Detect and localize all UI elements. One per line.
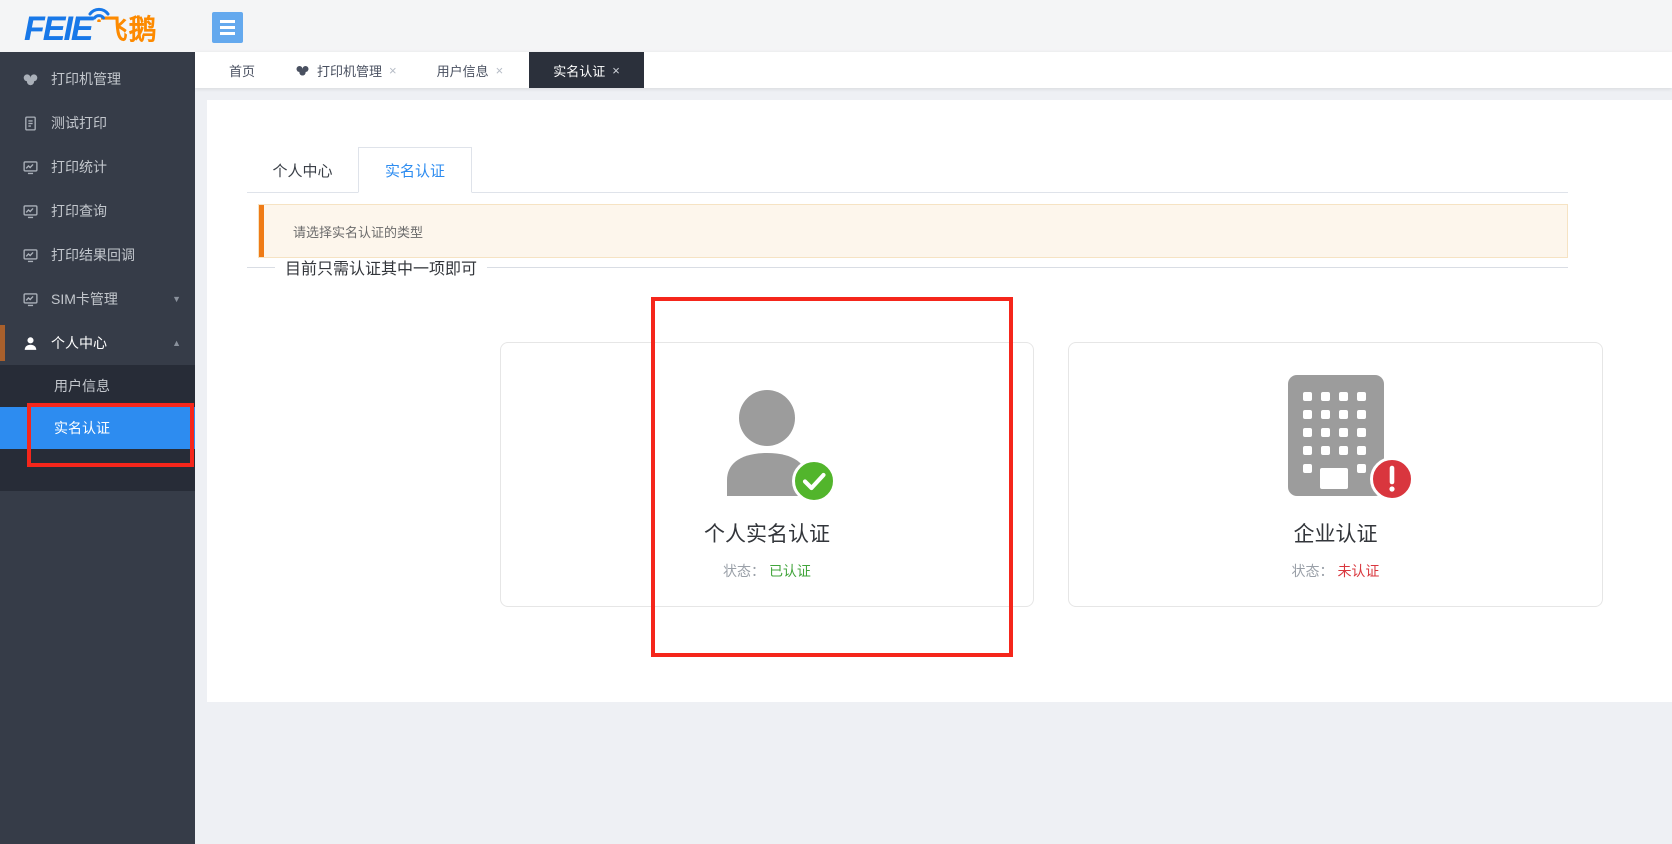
sidebar-item-print-statistics[interactable]: 打印统计 (0, 145, 195, 189)
warning-alert: 请选择实名认证的类型 (258, 204, 1568, 258)
page-tab-label: 首页 (229, 61, 255, 80)
sidebar-item-personal-center[interactable]: 个人中心 ▲ (0, 321, 195, 365)
divider-line (487, 267, 1568, 268)
sidebar-item-print-query[interactable]: 打印查询 (0, 189, 195, 233)
sidebar-item-sim-card-management[interactable]: SIM卡管理 ▼ (0, 277, 195, 321)
document-icon (22, 115, 39, 132)
sidebar-subitem-label: 实名认证 (54, 418, 110, 438)
status-value-unverified: 未认证 (1337, 563, 1379, 579)
wifi-icon (86, 2, 112, 22)
sidebar-item-printer-management[interactable]: 打印机管理 (0, 57, 195, 101)
page-tab-realname-auth[interactable]: 实名认证 × (529, 52, 644, 88)
enterprise-auth-status: 状态： 未认证 (1292, 561, 1380, 581)
content-tab-realname-auth[interactable]: 实名认证 (358, 147, 472, 193)
sidebar-subitem-user-info[interactable]: 用户信息 (0, 365, 195, 407)
enterprise-auth-title: 企业认证 (1294, 518, 1378, 548)
sidebar-item-label: SIM卡管理 (51, 289, 118, 309)
app-window: FEIE 飞鹅 打印机管理 测试打印 (0, 0, 1672, 844)
personal-auth-status: 状态： 已认证 (723, 561, 811, 581)
page-tab-label: 实名认证 (553, 61, 605, 80)
personal-auth-card[interactable]: 个人实名认证 状态： 已认证 (500, 342, 1034, 607)
sidebar-item-label: 个人中心 (51, 333, 107, 353)
sidebar-subitem-label: 用户信息 (54, 376, 110, 396)
monitor-chart-icon (22, 291, 39, 308)
chevron-down-icon: ▼ (172, 294, 181, 304)
sidebar-item-label: 打印查询 (51, 201, 107, 221)
page-tab-label: 打印机管理 (317, 61, 382, 80)
monitor-chart-icon (22, 159, 39, 176)
sidebar: 打印机管理 测试打印 打印统计 打印查询 (0, 52, 195, 844)
personal-auth-title: 个人实名认证 (704, 518, 830, 548)
personal-auth-icon-wrap (724, 375, 810, 496)
close-icon[interactable]: × (389, 63, 397, 78)
status-label: 状态： (1292, 563, 1334, 579)
divider-text: 目前只需认证其中一项即可 (285, 255, 477, 279)
logo-text-en: FEIE (24, 10, 92, 48)
sidebar-submenu-spacer (0, 449, 195, 491)
check-badge-icon (792, 459, 836, 503)
printer-cloud-icon (295, 63, 310, 78)
sidebar-subitem-realname-auth[interactable]: 实名认证 (0, 407, 195, 449)
sidebar-item-label: 打印机管理 (51, 69, 121, 89)
section-divider: 目前只需认证其中一项即可 (247, 256, 1568, 278)
logo[interactable]: FEIE 飞鹅 (24, 6, 158, 48)
status-label: 状态： (723, 563, 765, 579)
sidebar-item-label: 打印统计 (51, 157, 107, 177)
warning-alert-text: 请选择实名认证的类型 (293, 222, 423, 241)
chevron-up-icon: ▲ (172, 338, 181, 348)
close-icon[interactable]: × (496, 63, 504, 78)
page-tab-printer-management[interactable]: 打印机管理 × (275, 52, 417, 88)
page-tab-home[interactable]: 首页 (209, 52, 275, 88)
monitor-chart-icon (22, 203, 39, 220)
content-tab-personal-center[interactable]: 个人中心 (247, 147, 358, 193)
main-content-panel: 个人中心 实名认证 请选择实名认证的类型 目前只需认证其中一项即可 (207, 100, 1672, 702)
enterprise-auth-icon-wrap (1288, 375, 1384, 496)
page-tab-label: 用户信息 (437, 61, 489, 80)
printer-cloud-icon (22, 71, 39, 88)
sidebar-item-label: 打印结果回调 (51, 245, 135, 265)
exclamation-badge-icon (1370, 457, 1414, 501)
personal-center-submenu: 用户信息 实名认证 (0, 365, 195, 491)
divider-line (247, 267, 275, 268)
page-tab-user-info[interactable]: 用户信息 × (417, 52, 524, 88)
sidebar-item-test-print[interactable]: 测试打印 (0, 101, 195, 145)
content-tab-label: 个人中心 (272, 160, 332, 181)
content-tab-label: 实名认证 (385, 160, 445, 181)
close-icon[interactable]: × (612, 63, 620, 78)
user-icon (22, 335, 39, 352)
sidebar-toggle-button[interactable] (212, 12, 243, 43)
top-header: FEIE 飞鹅 (0, 0, 1672, 52)
status-value-verified: 已认证 (769, 563, 811, 579)
sidebar-item-print-result-callback[interactable]: 打印结果回调 (0, 233, 195, 277)
sidebar-item-label: 测试打印 (51, 113, 107, 133)
enterprise-auth-card[interactable]: 企业认证 状态： 未认证 (1068, 342, 1603, 607)
monitor-chart-icon (22, 247, 39, 264)
open-pages-tabbar: 首页 打印机管理 × 用户信息 × 实名认证 × (195, 52, 1672, 88)
